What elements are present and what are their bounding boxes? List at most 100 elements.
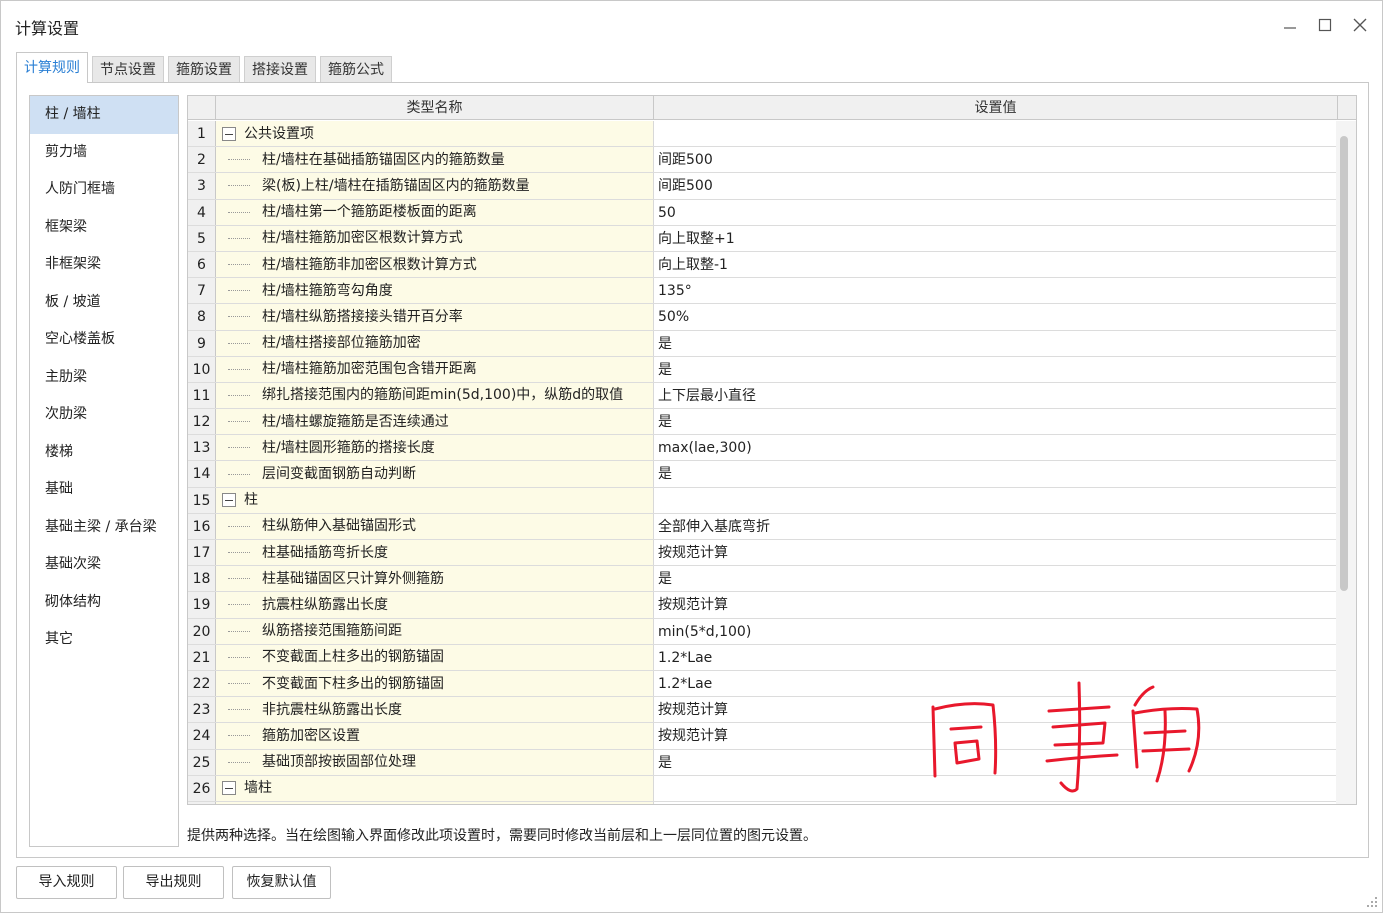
table-row[interactable]: 11 绑扎搭接范围内的箍筋间距min(5d,100)中，纵筋d的取值 上下层最小直径 [188, 382, 1338, 410]
row-setting-value[interactable]: max(lae,300) [654, 435, 1338, 460]
tree-connector-icon [228, 656, 250, 658]
row-setting-value[interactable]: 间距500 [654, 147, 1338, 172]
row-number: 17 [188, 540, 216, 566]
table-row[interactable]: 10 柱/墙柱箍筋加密范围包含错开距离 是 [188, 356, 1338, 383]
restore-defaults-button[interactable]: 恢复默认值 [232, 866, 331, 899]
row-setting-value[interactable]: 向上取整-1 [654, 252, 1338, 277]
row-setting-value[interactable] [654, 488, 1338, 513]
sidebar-item-main-rib-beam[interactable]: 主肋梁 [30, 359, 178, 397]
tab-calc-rules[interactable]: 计算规则 [16, 52, 88, 83]
table-row[interactable]: 9 柱/墙柱搭接部位箍筋加密 是 [188, 330, 1338, 357]
tree-connector-icon [228, 342, 250, 344]
row-type-name: 非抗震柱纵筋露出长度 [216, 697, 654, 723]
table-row[interactable]: 13 柱/墙柱圆形箍筋的搭接长度 max(lae,300) [188, 435, 1338, 462]
sidebar-item-frame-beam[interactable]: 框架梁 [30, 209, 178, 247]
close-icon[interactable] [1348, 13, 1372, 37]
row-setting-value[interactable]: 是 [654, 357, 1338, 382]
header-type-name[interactable]: 类型名称 [216, 96, 654, 119]
row-number: 8 [188, 304, 216, 330]
row-setting-value[interactable]: 1.2*Lae [654, 645, 1338, 670]
handwritten-annotation-signature [931, 681, 1201, 793]
collapse-icon[interactable] [222, 126, 236, 141]
row-setting-value[interactable]: 按规范计算 [654, 540, 1338, 565]
row-setting-value[interactable]: 是 [654, 331, 1338, 356]
sidebar-item-stairs[interactable]: 楼梯 [30, 434, 178, 472]
row-number: 5 [188, 225, 216, 251]
settings-tabs: 计算规则 节点设置 箍筋设置 搭接设置 箍筋公式 [16, 52, 392, 83]
table-row-group[interactable]: 1 公共设置项 [188, 121, 1338, 148]
table-row-group[interactable]: 15 柱 [188, 487, 1338, 514]
row-number: 18 [188, 566, 216, 592]
table-row[interactable]: 21 不变截面上柱多出的钢筋锚固 1.2*Lae [188, 644, 1338, 671]
sidebar-item-other[interactable]: 其它 [30, 621, 178, 659]
sidebar-item-shear-wall[interactable]: 剪力墙 [30, 134, 178, 172]
row-type-name: 柱/墙柱第一个箍筋距楼板面的距离 [216, 199, 654, 225]
row-type-name-text: 柱/墙柱在基础插筋锚固区内的箍筋数量 [262, 151, 505, 168]
row-type-name: 基础顶部按嵌固部位处理 [216, 749, 654, 775]
sidebar-item-foundation[interactable]: 基础 [30, 471, 178, 509]
sidebar-item-foundation-secondary-beam[interactable]: 基础次梁 [30, 546, 178, 584]
minimize-icon[interactable] [1278, 13, 1302, 37]
row-setting-value[interactable]: 上下层最小直径 [654, 383, 1338, 408]
table-row[interactable]: 17 柱基础插筋弯折长度 按规范计算 [188, 540, 1338, 567]
vertical-scrollbar[interactable] [1336, 121, 1356, 804]
row-setting-value[interactable] [654, 121, 1338, 146]
sidebar-item-masonry[interactable]: 砌体结构 [30, 584, 178, 622]
row-setting-value[interactable]: 50 [654, 200, 1338, 225]
sidebar-item-blast-door-frame-wall[interactable]: 人防门框墙 [30, 171, 178, 209]
table-row[interactable]: 5 柱/墙柱箍筋加密区根数计算方式 向上取整+1 [188, 225, 1338, 252]
table-row[interactable]: 14 层间变截面钢筋自动判断 是 [188, 461, 1338, 488]
resize-grip-icon[interactable] [1366, 896, 1378, 908]
row-setting-value[interactable]: 全部伸入基底弯折 [654, 802, 1338, 804]
tab-lap-settings[interactable]: 搭接设置 [244, 56, 316, 82]
row-number: 19 [188, 592, 216, 618]
sidebar-item-non-frame-beam[interactable]: 非框架梁 [30, 246, 178, 284]
table-row[interactable]: 6 柱/墙柱箍筋非加密区根数计算方式 向上取整-1 [188, 251, 1338, 279]
import-rules-button[interactable]: 导入规则 [16, 866, 117, 899]
tree-connector-icon [228, 264, 250, 266]
row-setting-value[interactable]: 135° [654, 278, 1338, 303]
collapse-icon[interactable] [222, 493, 236, 508]
table-row[interactable]: 27 暗柱/端柱纵筋伸入基础锚固形式 全部伸入基底弯折 [188, 801, 1338, 804]
row-number: 21 [188, 644, 216, 670]
row-type-name: 柱/墙柱螺旋箍筋是否连续通过 [216, 409, 654, 435]
table-row[interactable]: 18 柱基础锚固区只计算外侧箍筋 是 [188, 566, 1338, 593]
row-type-name-text: 柱纵筋伸入基础锚固形式 [262, 518, 416, 535]
table-row[interactable]: 3 梁(板)上柱/墙柱在插筋锚固区内的箍筋数量 间距500 [188, 173, 1338, 200]
row-setting-value[interactable]: 间距500 [654, 173, 1338, 198]
sidebar-item-secondary-rib-beam[interactable]: 次肋梁 [30, 396, 178, 434]
row-type-name-text: 柱基础插筋弯折长度 [262, 544, 388, 561]
row-setting-value[interactable]: 50% [654, 304, 1338, 329]
tab-stirrup-formula[interactable]: 箍筋公式 [320, 56, 392, 82]
table-row[interactable]: 19 抗震柱纵筋露出长度 按规范计算 [188, 592, 1338, 619]
row-type-name-text: 柱/墙柱箍筋弯勾角度 [262, 282, 393, 299]
tab-stirrup-settings[interactable]: 箍筋设置 [168, 56, 240, 82]
row-setting-value[interactable]: 向上取整+1 [654, 226, 1338, 251]
table-row[interactable]: 20 纵筋搭接范围箍筋间距 min(5*d,100) [188, 618, 1338, 645]
header-row-number [188, 96, 216, 119]
scrollbar-thumb[interactable] [1340, 136, 1348, 591]
table-row[interactable]: 16 柱纵筋伸入基础锚固形式 全部伸入基底弯折 [188, 513, 1338, 540]
row-setting-value[interactable]: 按规范计算 [654, 592, 1338, 617]
table-row[interactable]: 7 柱/墙柱箍筋弯勾角度 135° [188, 278, 1338, 305]
maximize-icon[interactable] [1313, 13, 1337, 37]
table-row[interactable]: 8 柱/墙柱纵筋搭接接头错开百分率 50% [188, 304, 1338, 331]
sidebar-item-foundation-main-beam[interactable]: 基础主梁 / 承台梁 [30, 509, 178, 547]
sidebar-item-slab-ramp[interactable]: 板 / 坡道 [30, 284, 178, 322]
row-setting-value[interactable]: 全部伸入基底弯折 [654, 514, 1338, 539]
row-setting-value[interactable]: 是 [654, 409, 1338, 434]
sidebar-item-hollow-floor-slab[interactable]: 空心楼盖板 [30, 321, 178, 359]
sidebar-item-column[interactable]: 柱 / 墙柱 [30, 96, 178, 134]
row-setting-value[interactable]: 是 [654, 461, 1338, 486]
row-setting-value[interactable]: 是 [654, 566, 1338, 591]
row-number: 15 [188, 487, 216, 513]
table-row[interactable]: 4 柱/墙柱第一个箍筋距楼板面的距离 50 [188, 199, 1338, 226]
collapse-icon[interactable] [222, 781, 236, 796]
tab-node-settings[interactable]: 节点设置 [92, 56, 164, 82]
header-setting-value[interactable]: 设置值 [654, 96, 1338, 119]
export-rules-button[interactable]: 导出规则 [123, 866, 224, 899]
table-row[interactable]: 12 柱/墙柱螺旋箍筋是否连续通过 是 [188, 409, 1338, 436]
table-row[interactable]: 2 柱/墙柱在基础插筋锚固区内的箍筋数量 间距500 [188, 147, 1338, 174]
row-setting-value[interactable]: min(5*d,100) [654, 619, 1338, 644]
row-number: 20 [188, 618, 216, 644]
